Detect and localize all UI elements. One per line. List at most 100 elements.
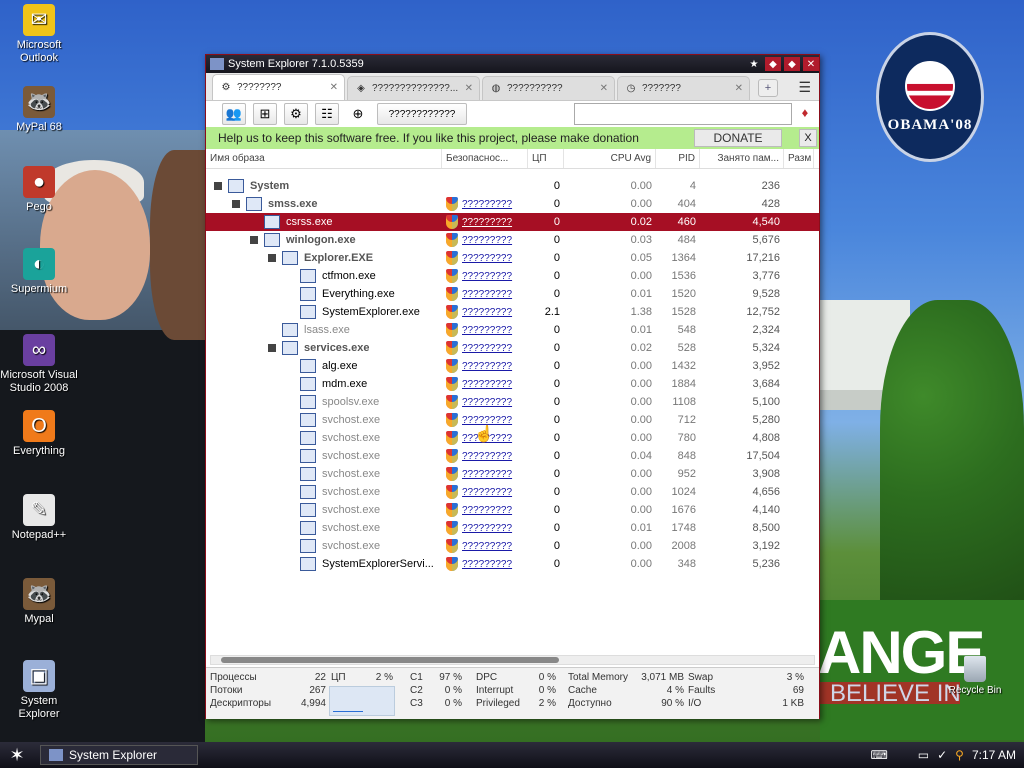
security-link[interactable]: ?????????	[462, 307, 512, 318]
security-link[interactable]: ?????????	[462, 361, 512, 372]
col-size[interactable]: Разм	[784, 149, 814, 168]
process-row[interactable]: svchost.exe????????? 0 0.00 1676 4,140	[206, 501, 819, 519]
col-cpu[interactable]: ЦП	[528, 149, 564, 168]
security-link[interactable]: ?????????	[462, 289, 512, 300]
monitor-icon[interactable]: ▭	[918, 748, 929, 762]
search-go-icon[interactable]: ♦	[796, 105, 814, 123]
col-pid[interactable]: PID	[656, 149, 700, 168]
desktop-icon[interactable]: 🦝 MyPal 68	[0, 86, 78, 134]
process-row[interactable]: spoolsv.exe????????? 0 0.00 1108 5,100	[206, 393, 819, 411]
desktop-icon[interactable]: 🦝 Mypal	[0, 578, 78, 626]
security-link[interactable]: ?????????	[462, 451, 512, 462]
col-security[interactable]: Безопаснос...	[442, 149, 528, 168]
star-icon[interactable]: ★	[746, 57, 762, 71]
donate-close-button[interactable]: X	[799, 129, 817, 147]
maximize-button[interactable]: ◆	[784, 57, 800, 71]
process-row[interactable]: svchost.exe????????? 0 0.04 848 17,504	[206, 447, 819, 465]
security-link[interactable]: ?????????	[462, 397, 512, 408]
start-button[interactable]: ✶	[0, 742, 34, 768]
title-bar[interactable]: System Explorer 7.1.0.5359 ★ ◆ ◆ ✕	[206, 55, 819, 73]
security-link[interactable]: ?????????	[462, 541, 512, 552]
security-link[interactable]: ?????????	[462, 523, 512, 534]
process-row[interactable]: svchost.exe????????? 0 0.00 2008 3,192	[206, 537, 819, 555]
tab-close-icon[interactable]: ✕	[735, 83, 743, 94]
security-link[interactable]: ?????????	[462, 469, 512, 480]
process-row[interactable]: winlogon.exe????????? 0 0.03 484 5,676	[206, 231, 819, 249]
process-row[interactable]: services.exe????????? 0 0.02 528 5,324	[206, 339, 819, 357]
target-icon[interactable]: ⊕	[346, 103, 370, 125]
minimize-button[interactable]: ◆	[765, 57, 781, 71]
expand-toggle-icon[interactable]	[268, 344, 276, 352]
desktop-icon[interactable]: ● Pego	[0, 166, 78, 214]
process-row[interactable]: mdm.exe????????? 0 0.00 1884 3,684	[206, 375, 819, 393]
process-row[interactable]: alg.exe????????? 0 0.00 1432 3,952	[206, 357, 819, 375]
desktop-icon[interactable]: ✉ Microsoft Outlook	[0, 4, 78, 65]
security-link[interactable]: ?????????	[462, 235, 512, 246]
security-link[interactable]: ?????????	[462, 343, 512, 354]
desktop-icon[interactable]: O Everything	[0, 410, 78, 458]
tab-3[interactable]: ◍?????????? ✕	[482, 76, 615, 100]
desktop-icon[interactable]: ∞ Microsoft Visual Studio 2008	[0, 334, 78, 395]
security-link[interactable]: ?????????	[462, 505, 512, 516]
col-memory[interactable]: Занято пам...	[700, 149, 784, 168]
process-row[interactable]: Explorer.EXE????????? 0 0.05 1364 17,216	[206, 249, 819, 267]
search-input[interactable]	[574, 103, 792, 125]
security-link[interactable]: ?????????	[462, 487, 512, 498]
security-link[interactable]: ?????????	[462, 379, 512, 390]
security-link[interactable]: ?????????	[462, 325, 512, 336]
desktop-icon[interactable]: ◐ Supermium	[0, 248, 78, 296]
process-row[interactable]: Everything.exe????????? 0 0.01 1520 9,528	[206, 285, 819, 303]
search-icon[interactable]: ⚲	[955, 748, 964, 762]
tab-1[interactable]: ⚙???????? ✕	[212, 74, 345, 100]
col-name[interactable]: Имя образа	[206, 149, 442, 168]
security-link[interactable]: ?????????	[462, 253, 512, 264]
process-name: svchost.exe	[322, 522, 381, 534]
tab-close-icon[interactable]: ✕	[330, 82, 338, 93]
taskbar-item-system-explorer[interactable]: System Explorer	[40, 745, 198, 765]
process-row[interactable]: svchost.exe????????? 0 0.00 952 3,908	[206, 465, 819, 483]
toolbar-wide-button[interactable]: ????????????	[377, 103, 467, 125]
donate-button[interactable]: DONATE	[694, 129, 782, 147]
process-row[interactable]: lsass.exe????????? 0 0.01 548 2,324	[206, 321, 819, 339]
tab-close-icon[interactable]: ✕	[600, 83, 608, 94]
process-row[interactable]: smss.exe????????? 0 0.00 404 428	[206, 195, 819, 213]
settings-icon[interactable]: ⚙	[284, 103, 308, 125]
security-link[interactable]: ?????????	[462, 271, 512, 282]
security-link[interactable]: ?????????	[462, 199, 512, 210]
desktop-icon[interactable]: ▣ System Explorer	[0, 660, 78, 721]
users-icon[interactable]: 👥	[222, 103, 246, 125]
memory-cell: 4,540	[752, 216, 780, 228]
horizontal-scrollbar[interactable]	[210, 655, 815, 665]
process-row[interactable]: SystemExplorerServi...????????? 0 0.00 348 5…	[206, 555, 819, 573]
scrollbar-thumb[interactable]	[221, 657, 559, 663]
tab-4[interactable]: ◷??????? ✕	[617, 76, 750, 100]
process-row[interactable]: ctfmon.exe????????? 0 0.00 1536 3,776	[206, 267, 819, 285]
process-row[interactable]: System 0 0.00 4 236	[206, 177, 819, 195]
process-row[interactable]: csrss.exe????????? 0 0.02 460 4,540	[206, 213, 819, 231]
desktop-icon[interactable]: ✎ Notepad++	[0, 494, 78, 542]
recycle-bin[interactable]: Recycle Bin	[945, 656, 1005, 696]
add-tab-button[interactable]: +	[758, 79, 778, 97]
expand-toggle-icon[interactable]	[232, 200, 240, 208]
network-icon[interactable]: ✓	[937, 748, 947, 762]
expand-toggle-icon[interactable]	[250, 236, 258, 244]
close-button[interactable]: ✕	[803, 57, 819, 71]
tab-close-icon[interactable]: ✕	[465, 83, 473, 94]
process-row[interactable]: SystemExplorer.exe????????? 2.1 1.38 1528 12…	[206, 303, 819, 321]
memory-cell: 9,528	[752, 288, 780, 300]
keyboard-icon[interactable]: ⌨	[870, 748, 887, 762]
expand-toggle-icon[interactable]	[268, 254, 276, 262]
security-link[interactable]: ?????????	[462, 217, 512, 228]
windows-icon[interactable]: ⊞	[253, 103, 277, 125]
process-row[interactable]: svchost.exe????????? 0 0.00 780 4,808	[206, 429, 819, 447]
clock[interactable]: 7:17 AM	[972, 748, 1016, 762]
security-link[interactable]: ?????????	[462, 559, 512, 570]
col-cpu-avg[interactable]: CPU Avg	[564, 149, 656, 168]
process-row[interactable]: svchost.exe????????? 0 0.01 1748 8,500	[206, 519, 819, 537]
process-row[interactable]: svchost.exe????????? 0 0.00 1024 4,656	[206, 483, 819, 501]
tree-icon[interactable]: ☷	[315, 103, 339, 125]
tab-2[interactable]: ◈??????????????... ✕	[347, 76, 480, 100]
process-row[interactable]: svchost.exe????????? 0 0.00 712 5,280	[206, 411, 819, 429]
menu-icon[interactable]: ☰	[798, 79, 811, 96]
expand-toggle-icon[interactable]	[214, 182, 222, 190]
